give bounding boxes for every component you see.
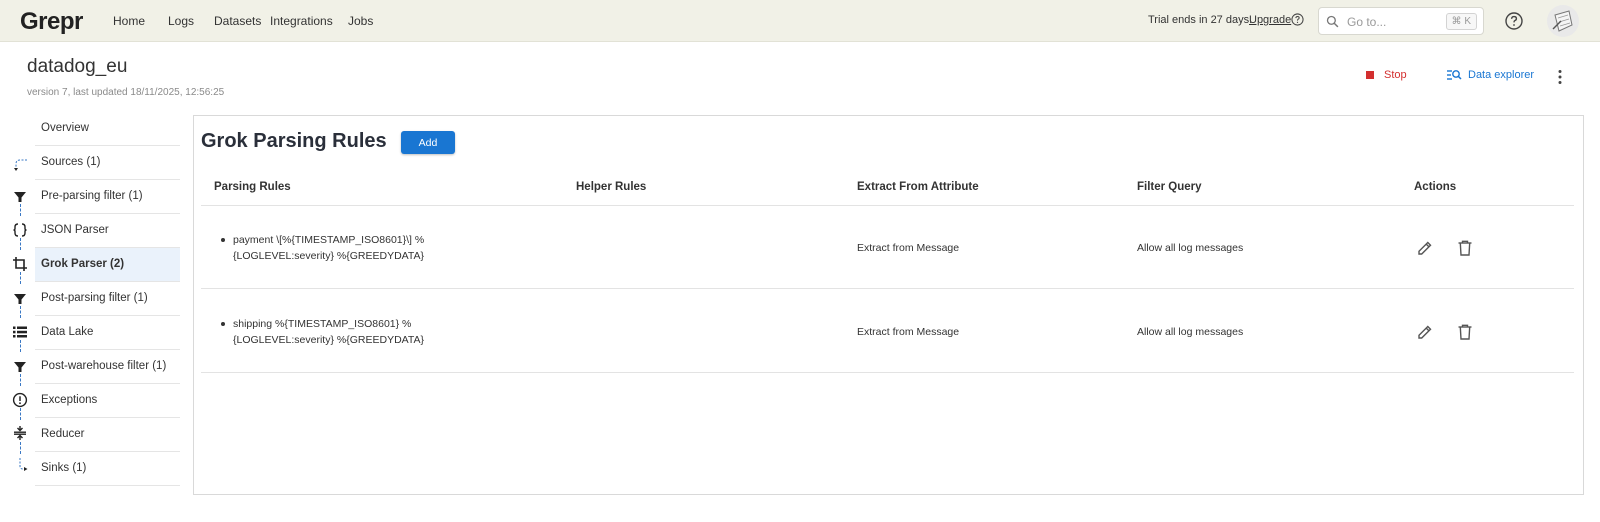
edit-icon[interactable] [1416,239,1434,257]
stop-button[interactable]: Stop [1366,69,1407,81]
nav-logs[interactable]: Logs [168,14,194,28]
column-header-parsing-rules: Parsing Rules [214,181,291,193]
pipeline-sidebar: Overview Sources (1) Pre-parsing filter … [0,112,182,492]
trial-notice: Trial ends in 27 days. [1148,14,1253,26]
row-divider [201,288,1574,289]
grok-rules-panel: Grok Parsing Rules Add Parsing Rules Hel… [193,115,1584,495]
sidebar-item-label: Reducer [41,428,85,440]
list-icon [13,326,27,338]
bullet-icon [221,322,225,326]
user-avatar[interactable] [1547,5,1579,37]
sidebar-item-label: Pre-parsing filter (1) [41,190,143,202]
column-header-filter-query: Filter Query [1137,181,1202,193]
page-title: datadog_eu [27,56,128,77]
question-icon[interactable] [1504,11,1524,31]
search-box[interactable]: Go to... ⌘ K [1318,7,1484,35]
sidebar-item-pre-parsing-filter[interactable]: Pre-parsing filter (1) [35,180,180,214]
delete-icon[interactable] [1456,323,1474,341]
table-row-1-filter: Allow all log messages [1137,242,1244,254]
search-placeholder: Go to... [1347,15,1387,29]
connector-line [20,306,21,318]
rule-line: {LOGLEVEL:severity} %{GREEDYDATA} [233,334,425,346]
stop-icon [1366,71,1374,79]
page-subtitle: version 7, last updated 18/11/2025, 12:5… [27,87,225,98]
data-explorer-label: Data explorer [1468,69,1535,81]
compress-icon [14,426,26,440]
sidebar-item-json-parser[interactable]: JSON Parser [35,214,180,248]
header-divider [201,205,1574,206]
connector-line [20,204,21,216]
sidebar-item-label: Exceptions [41,394,98,406]
upgrade-link[interactable]: Upgrade [1249,14,1291,26]
table-row-2-extract: Extract from Message [857,326,960,338]
add-rule-button[interactable]: Add [401,131,455,154]
sidebar-item-post-warehouse-filter[interactable]: Post-warehouse filter (1) [35,350,180,384]
connector-line [20,374,21,386]
crop-icon [13,257,27,271]
filter-icon [14,362,26,372]
sidebar-item-label: Overview [41,122,89,134]
nav-home[interactable]: Home [113,14,145,28]
avatar-illustration-icon [1552,10,1573,32]
connector-line [20,340,21,352]
sidebar-item-data-lake[interactable]: Data Lake [35,316,180,350]
data-explorer-icon [1447,70,1462,80]
search-icon [1326,15,1339,28]
sidebar-item-label: Data Lake [41,326,94,338]
more-vertical-icon[interactable] [1551,68,1569,86]
alert-circle-icon [12,392,28,408]
connector-line [20,442,21,454]
sidebar-item-label: Grok Parser (2) [41,258,125,270]
nav-datasets[interactable]: Datasets [214,14,261,28]
sidebar-item-label: Post-warehouse filter (1) [41,360,167,372]
sidebar-item-sources[interactable]: Sources (1) [35,146,180,180]
help-circle-icon[interactable] [1291,13,1304,26]
table-row-1-extract: Extract from Message [857,242,960,254]
column-header-extract-from-attribute: Extract From Attribute [857,181,979,193]
panel-title: Grok Parsing Rules [201,130,387,152]
table-row-2-parsing-rule: shipping %{TIMESTAMP_ISO8601} % {LOGLEVE… [221,316,473,348]
connector-line [20,272,21,284]
nav-jobs[interactable]: Jobs [348,14,373,28]
sidebar-item-label: Post-parsing filter (1) [41,292,148,304]
connector-line [20,408,21,420]
braces-icon [13,223,27,237]
bullet-icon [221,238,225,242]
column-header-actions: Actions [1414,181,1457,193]
stop-label: Stop [1384,69,1407,81]
rule-line: payment \[%{TIMESTAMP_ISO8601}\] % [233,234,425,246]
source-arrow-icon [14,159,27,171]
data-explorer-button[interactable]: Data explorer [1446,69,1534,81]
sidebar-item-post-parsing-filter[interactable]: Post-parsing filter (1) [35,282,180,316]
sidebar-item-label: Sinks (1) [41,462,87,474]
sidebar-item-label: Sources (1) [41,156,101,168]
sidebar-item-overview[interactable]: Overview [35,112,180,146]
rule-line: {LOGLEVEL:severity} %{GREEDYDATA} [233,250,425,262]
sink-arrow-icon [19,458,28,471]
top-bar: Grepr Home Logs Datasets Integrations Jo… [0,0,1600,42]
sidebar-item-reducer[interactable]: Reducer [35,418,180,452]
sidebar-item-grok-parser[interactable]: Grok Parser (2) [35,248,180,282]
row-divider [201,372,1574,373]
filter-icon [14,294,26,304]
sidebar-item-sinks[interactable]: Sinks (1) [35,452,180,486]
connector-line [20,238,21,250]
grepr-logo[interactable]: Grepr [20,8,83,36]
table-row-2-filter: Allow all log messages [1137,326,1244,338]
search-shortcut: ⌘ K [1445,13,1477,30]
sidebar-item-exceptions[interactable]: Exceptions [35,384,180,418]
nav-integrations[interactable]: Integrations [270,14,333,28]
filter-icon [14,192,26,202]
rule-line: shipping %{TIMESTAMP_ISO8601} % [233,318,412,330]
edit-icon[interactable] [1416,323,1434,341]
column-header-helper-rules: Helper Rules [576,181,647,193]
table-row-1-parsing-rule: payment \[%{TIMESTAMP_ISO8601}\] % {LOGL… [221,232,473,264]
sidebar-item-label: JSON Parser [41,224,109,236]
delete-icon[interactable] [1456,239,1474,257]
